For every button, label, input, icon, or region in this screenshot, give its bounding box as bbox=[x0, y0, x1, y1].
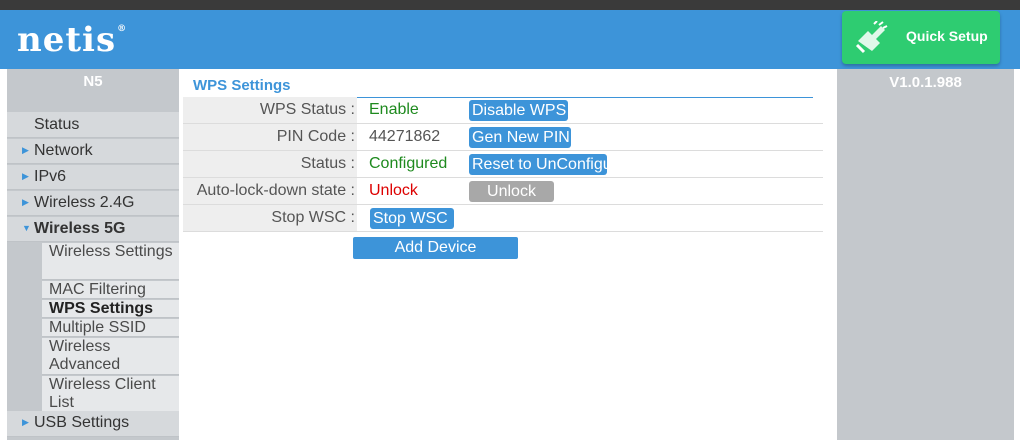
right-panel: V1.0.1.988 bbox=[837, 69, 1014, 440]
subitem-multiple-ssid[interactable]: Multiple SSID bbox=[42, 319, 179, 337]
sidebar-item-network[interactable]: ▶ Network bbox=[7, 139, 179, 164]
disable-wps-button[interactable]: Disable WPS bbox=[469, 100, 568, 121]
firmware-version: V1.0.1.988 bbox=[889, 74, 962, 91]
stop-wsc-label: Stop WSC : bbox=[183, 205, 357, 231]
stop-wsc-button[interactable]: Stop WSC bbox=[370, 208, 454, 229]
wps-status-value: Enable bbox=[369, 101, 419, 118]
sidebar-item-usb-settings[interactable]: ▶ USB Settings bbox=[7, 411, 179, 437]
status-value: Configured bbox=[369, 155, 448, 172]
subitem-label: Wireless Advanced bbox=[49, 338, 121, 373]
row-wps-status: WPS Status : Enable Disable WPS bbox=[183, 97, 823, 124]
subitem-wps-settings[interactable]: WPS Settings bbox=[42, 300, 179, 318]
subitem-mac-filtering[interactable]: MAC Filtering bbox=[42, 281, 179, 299]
row-status: Status : Configured Reset to UnConfigu bbox=[183, 151, 823, 178]
sidebar-item-status[interactable]: Status bbox=[7, 112, 179, 138]
status-label: Status : bbox=[183, 151, 357, 177]
sidebar-item-wireless-5g[interactable]: ▼ Wireless 5G bbox=[7, 217, 179, 242]
subitem-label: Wireless Settings bbox=[49, 243, 173, 260]
triangle-down-icon: ▼ bbox=[22, 223, 31, 233]
row-stop-wsc: Stop WSC : Stop WSC bbox=[183, 205, 823, 232]
gen-new-pin-button[interactable]: Gen New PIN bbox=[469, 127, 571, 148]
page-title: WPS Settings bbox=[193, 77, 291, 94]
subitem-label: Wireless Client List bbox=[49, 376, 156, 411]
subitem-label: MAC Filtering bbox=[49, 281, 146, 298]
sidebar-item-label: Wireless 5G bbox=[34, 220, 126, 237]
sidebar: N5 Status ▶ Network ▶ IPv6 ▶ Wireless 2.… bbox=[7, 69, 179, 440]
pin-code-label: PIN Code : bbox=[183, 124, 357, 150]
triangle-right-icon: ▶ bbox=[22, 171, 29, 181]
auto-lock-down-value: Unlock bbox=[369, 182, 418, 199]
subitem-wireless-advanced[interactable]: Wireless Advanced bbox=[42, 338, 179, 375]
triangle-right-icon: ▶ bbox=[22, 145, 29, 155]
triangle-right-icon: ▶ bbox=[22, 197, 29, 207]
subitem-label: WPS Settings bbox=[49, 300, 154, 317]
sidebar-item-label: USB Settings bbox=[34, 414, 130, 431]
sidebar-item-ipv6[interactable]: ▶ IPv6 bbox=[7, 165, 179, 190]
unlock-button[interactable]: Unlock bbox=[469, 181, 554, 202]
logo-text: netis bbox=[17, 20, 117, 60]
subitem-wireless-settings[interactable]: Wireless Settings bbox=[42, 243, 179, 280]
subitem-label: Multiple SSID bbox=[49, 319, 146, 336]
model-name: N5 bbox=[83, 73, 103, 90]
row-pin-code: PIN Code : 44271862 Gen New PIN bbox=[183, 124, 823, 151]
sidebar-item-label: Wireless 2.4G bbox=[34, 194, 135, 211]
wps-status-label: WPS Status : bbox=[183, 97, 357, 123]
hand-pointer-icon bbox=[855, 21, 888, 54]
row-auto-lock-down: Auto-lock-down state : Unlock Unlock bbox=[183, 178, 823, 205]
sidebar-item-label: Network bbox=[34, 142, 93, 159]
header-bar: netis® Quick Setup bbox=[0, 10, 1020, 69]
add-device-button[interactable]: Add Device bbox=[353, 237, 518, 259]
pin-code-value: 44271862 bbox=[369, 128, 441, 145]
quick-setup-button[interactable]: Quick Setup bbox=[842, 11, 1000, 64]
auto-lock-down-label: Auto-lock-down state : bbox=[183, 178, 357, 204]
subitem-wireless-client-list[interactable]: Wireless Client List bbox=[42, 376, 179, 412]
sidebar-item-label: IPv6 bbox=[34, 168, 67, 185]
registered-mark: ® bbox=[117, 24, 128, 34]
browser-top-strip bbox=[0, 0, 1020, 10]
triangle-right-icon: ▶ bbox=[22, 417, 29, 427]
reset-to-unconfigured-button[interactable]: Reset to UnConfigu bbox=[469, 154, 607, 175]
quick-setup-label: Quick Setup bbox=[906, 28, 988, 44]
sidebar-item-wireless-24g[interactable]: ▶ Wireless 2.4G bbox=[7, 191, 179, 216]
sidebar-item-label: Status bbox=[34, 116, 80, 133]
netis-logo: netis® bbox=[17, 20, 127, 60]
